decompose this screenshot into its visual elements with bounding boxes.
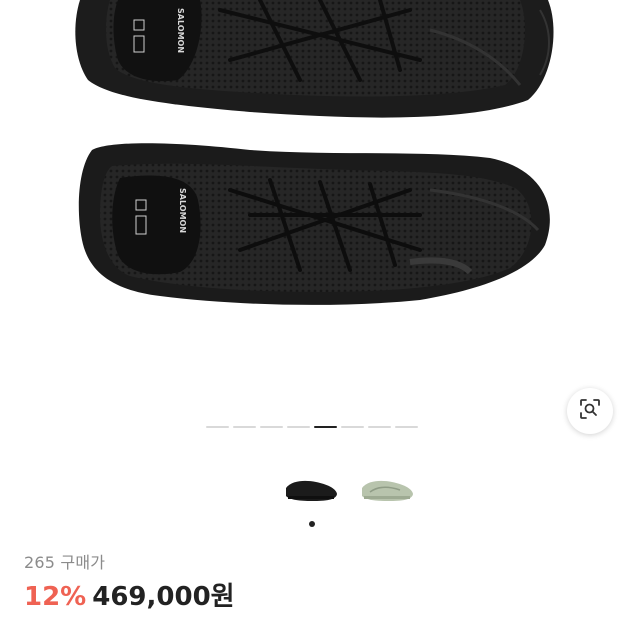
pager-segment[interactable] — [368, 426, 391, 428]
pager-segment[interactable] — [287, 426, 310, 428]
pager-segment[interactable] — [395, 426, 418, 428]
pager-segment[interactable] — [314, 426, 337, 428]
pager-segment[interactable] — [260, 426, 283, 428]
pager-segment[interactable] — [206, 426, 229, 428]
size-purchase-label: 265 구매가 — [24, 553, 106, 572]
variant-thumb-sage[interactable] — [358, 468, 416, 510]
image-pager — [206, 426, 418, 428]
insole-brand-text: SALOMON — [178, 188, 187, 233]
variant-thumbnails — [282, 468, 416, 510]
selected-variant-indicator — [309, 521, 315, 527]
pager-segment[interactable] — [233, 426, 256, 428]
price-value: 469,000원 — [92, 582, 235, 612]
shoe-top-view: SALOMON — [75, 0, 554, 118]
visual-search-icon — [579, 398, 601, 424]
shoe-bottom-view: SALOMON — [78, 143, 550, 305]
visual-search-button[interactable] — [567, 388, 613, 434]
variant-thumb-black[interactable] — [282, 468, 340, 510]
insole-brand-text: SALOMON — [176, 8, 185, 53]
discount-rate: 12% — [24, 582, 87, 612]
product-image[interactable]: SALOMON SALOMON — [0, 0, 620, 405]
pager-segment[interactable] — [341, 426, 364, 428]
price-line: 12% 469,000원 — [24, 576, 235, 613]
